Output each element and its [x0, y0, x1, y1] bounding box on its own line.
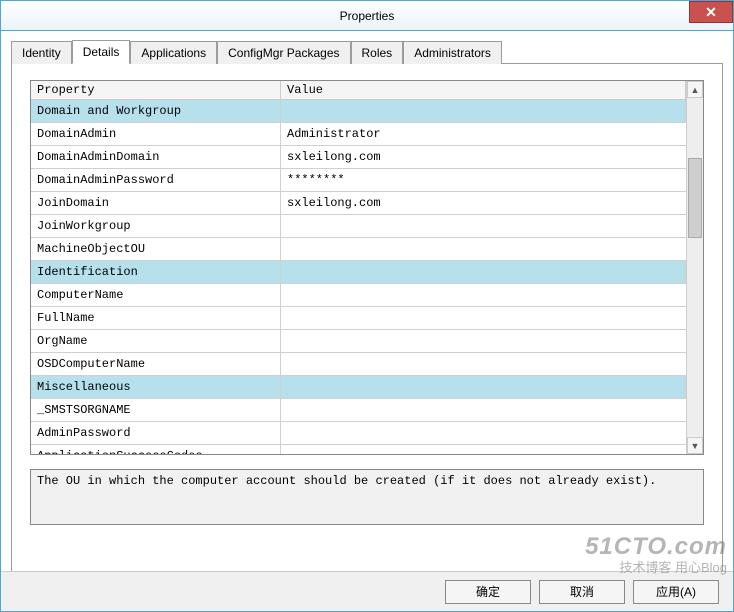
group-row[interactable]: Domain and Workgroup [31, 100, 686, 123]
tab-administrators[interactable]: Administrators [403, 41, 502, 64]
dialog-button-row: 确定 取消 应用(A) [1, 571, 733, 611]
close-button[interactable]: ✕ [689, 1, 733, 23]
group-row[interactable]: Identification [31, 261, 686, 284]
scroll-up-arrow-icon[interactable]: ▲ [687, 81, 703, 98]
property-cell: DomainAdminDomain [31, 146, 281, 168]
vertical-scrollbar[interactable]: ▲ ▼ [686, 81, 703, 454]
property-cell: Domain and Workgroup [31, 100, 281, 122]
value-cell[interactable] [281, 399, 686, 421]
scroll-thumb[interactable] [688, 158, 702, 238]
property-cell: DomainAdminPassword [31, 169, 281, 191]
window-title: Properties [340, 9, 395, 23]
property-row[interactable]: OSDComputerName [31, 353, 686, 376]
scroll-down-arrow-icon[interactable]: ▼ [687, 437, 703, 454]
value-cell[interactable]: ******** [281, 169, 686, 191]
property-row[interactable]: DomainAdminPassword******** [31, 169, 686, 192]
value-cell [281, 100, 686, 122]
column-header-property[interactable]: Property [31, 81, 281, 99]
title-bar: Properties ✕ [1, 1, 733, 31]
value-cell[interactable]: Administrator [281, 123, 686, 145]
tab-details[interactable]: Details [72, 40, 131, 64]
grid-body: Domain and WorkgroupDomainAdminAdministr… [31, 100, 686, 454]
property-cell: AdminPassword [31, 422, 281, 444]
value-cell[interactable] [281, 445, 686, 454]
property-cell: DomainAdmin [31, 123, 281, 145]
tab-configmgr-packages[interactable]: ConfigMgr Packages [217, 41, 350, 64]
property-cell: JoinDomain [31, 192, 281, 214]
cancel-button[interactable]: 取消 [539, 580, 625, 604]
value-cell[interactable] [281, 238, 686, 260]
property-cell: Miscellaneous [31, 376, 281, 398]
property-row[interactable]: JoinDomainsxleilong.com [31, 192, 686, 215]
property-grid: Property Value Domain and WorkgroupDomai… [30, 80, 704, 455]
property-cell: Identification [31, 261, 281, 283]
value-cell [281, 261, 686, 283]
value-cell[interactable] [281, 284, 686, 306]
close-icon: ✕ [705, 4, 717, 21]
property-row[interactable]: DomainAdminAdministrator [31, 123, 686, 146]
content-area: Identity Details Applications ConfigMgr … [1, 31, 733, 578]
apply-button[interactable]: 应用(A) [633, 580, 719, 604]
property-row[interactable]: MachineObjectOU [31, 238, 686, 261]
ok-button[interactable]: 确定 [445, 580, 531, 604]
property-row[interactable]: FullName [31, 307, 686, 330]
scroll-track[interactable] [687, 98, 703, 437]
property-cell: ApplicationSuccessCodes [31, 445, 281, 454]
property-cell: OrgName [31, 330, 281, 352]
property-row[interactable]: _SMSTSORGNAME [31, 399, 686, 422]
tab-identity[interactable]: Identity [11, 41, 72, 64]
property-row[interactable]: ApplicationSuccessCodes [31, 445, 686, 454]
description-box: The OU in which the computer account sho… [30, 469, 704, 525]
value-cell[interactable] [281, 422, 686, 444]
tab-applications[interactable]: Applications [130, 41, 217, 64]
value-cell[interactable]: sxleilong.com [281, 192, 686, 214]
value-cell[interactable]: sxleilong.com [281, 146, 686, 168]
property-row[interactable]: JoinWorkgroup [31, 215, 686, 238]
value-cell[interactable] [281, 330, 686, 352]
column-header-value[interactable]: Value [281, 81, 686, 99]
tab-strip: Identity Details Applications ConfigMgr … [11, 39, 723, 63]
property-row[interactable]: ComputerName [31, 284, 686, 307]
property-row[interactable]: AdminPassword [31, 422, 686, 445]
value-cell[interactable] [281, 307, 686, 329]
value-cell [281, 376, 686, 398]
tab-panel-details: Property Value Domain and WorkgroupDomai… [11, 63, 723, 578]
value-cell[interactable] [281, 353, 686, 375]
group-row[interactable]: Miscellaneous [31, 376, 686, 399]
property-cell: FullName [31, 307, 281, 329]
property-cell: ComputerName [31, 284, 281, 306]
tab-roles[interactable]: Roles [351, 41, 404, 64]
property-cell: MachineObjectOU [31, 238, 281, 260]
property-row[interactable]: DomainAdminDomainsxleilong.com [31, 146, 686, 169]
value-cell[interactable] [281, 215, 686, 237]
grid-header: Property Value [31, 81, 686, 100]
property-row[interactable]: OrgName [31, 330, 686, 353]
property-cell: _SMSTSORGNAME [31, 399, 281, 421]
property-cell: JoinWorkgroup [31, 215, 281, 237]
property-cell: OSDComputerName [31, 353, 281, 375]
